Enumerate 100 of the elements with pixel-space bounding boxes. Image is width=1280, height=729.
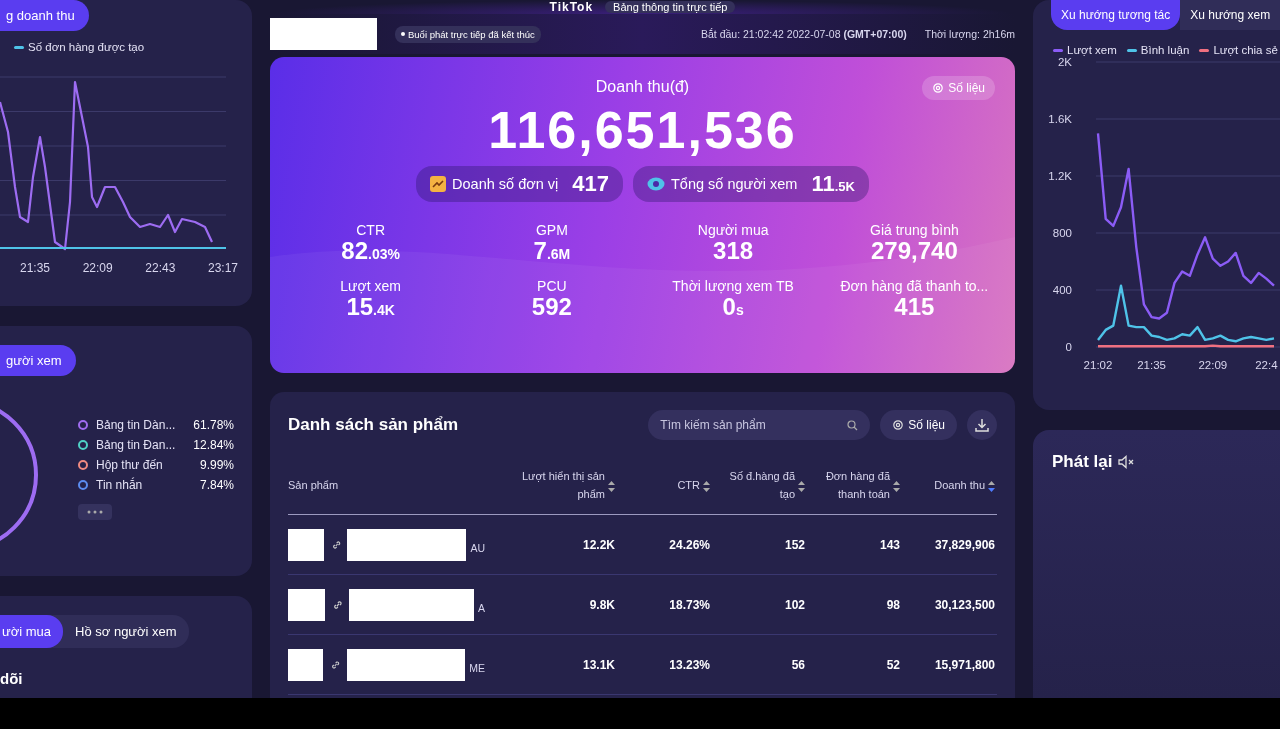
table-cell-text: 24.26% [668,537,710,552]
more-icon [87,510,103,514]
summary-pill: Tổng số người xem 11.5K [633,166,869,202]
page-title: Bảng thông tin trực tiếp [605,1,736,13]
table-cell-text: 152 [783,537,805,552]
link-icon [331,539,341,550]
stat-value: 318 [713,238,754,265]
table-cell-text: 13.23% [668,657,710,672]
table-cell-text: 102 [783,597,805,612]
axis-label: 1.2K [1048,170,1072,182]
duration: Thời lượng: 2h16m [924,28,1015,40]
tab[interactable]: ười mua [0,615,64,648]
table-cell-text: 15,971,800 [933,657,995,672]
link-icon [333,599,343,610]
source-label: Bảng tin Dàn... [96,418,177,432]
revenue-label: Doanh thu(đ) [595,78,690,96]
download-icon [974,417,990,433]
stat-label: Thời lượng xem TB [672,278,794,295]
axis-label: 800 [1052,227,1072,239]
status-badge: Buổi phát trực tiếp đã kết thúc [395,25,541,43]
stat-value: 279,740 [871,238,958,265]
tab[interactable]: Xu hướng tương tác [1051,0,1181,30]
trend-icon [430,176,447,192]
stat-label: GPM [535,222,568,238]
settings-icon [892,419,905,431]
table-cell-text: 12.2K [581,537,615,552]
tab[interactable]: gười xem [0,345,76,376]
table-cell-text: 18.73% [668,597,710,612]
column-header[interactable]: Sản phẩm [288,477,485,495]
start-time: Bắt đầu: 21:02:42 2022-07-08 (GMT+07:00) [700,28,907,40]
table-cell-text: 37,829,906 [933,537,995,552]
stat-label: PCU [537,278,567,295]
stat-value: 592 [531,294,572,321]
product-name: ME [469,661,485,674]
stat-value: 415 [894,294,935,321]
column-header[interactable]: Doanh thu [900,477,995,495]
redaction-block [288,648,324,681]
axis-label: 22:43 [145,261,176,275]
metrics-button[interactable]: Số liệu [880,410,957,440]
legend-label: Bình luận [1140,44,1190,56]
settings-icon [932,82,945,94]
stat-label: Người mua [697,222,769,238]
axis-label: 400 [1052,284,1072,296]
stat-label: Lượt xem [340,278,401,295]
product-name: AU [470,541,485,554]
search-field[interactable]: Tìm kiếm sản phẩm [648,410,871,440]
axis-label: 22:4 [1255,359,1278,371]
stat-label: Đơn hàng đã thanh to... [840,278,989,295]
column-header[interactable]: Lượt hiển thị sản phẩm [485,468,615,504]
stat-value: 0s [722,294,744,321]
tab[interactable]: Hồ sơ người xem [63,615,189,648]
axis-label: 22:09 [82,261,113,275]
legend-label: Lượt chia sẻ [1213,44,1278,56]
redaction-block [288,528,324,561]
axis-label: 2K [1057,56,1072,68]
source-share: 61.78% [193,418,234,432]
source-label: Hộp thư đến [96,458,164,472]
eye-icon [647,177,665,191]
search-icon [847,420,859,431]
source-label: Bảng tin Đan... [96,438,177,452]
source-share: 7.84% [199,478,234,492]
table-cell-text: 143 [878,537,900,552]
axis-label: 23:17 [207,261,238,275]
axis-label: 21:35 [1137,359,1166,371]
section-heading: dõi [0,670,24,687]
tab[interactable]: Xu hướng xem [1180,0,1280,30]
redaction-block [288,588,326,621]
tab[interactable]: g doanh thu [0,0,89,31]
table-cell-text: 98 [885,597,900,612]
link-icon [331,659,341,670]
stat-value: 15.4K [346,294,395,321]
source-share: 12.84% [193,438,234,452]
product-name: A [478,601,485,614]
table-cell-text: 30,123,500 [933,597,995,612]
more-button[interactable] [78,504,112,520]
summary-pill: Doanh số đơn vị 417 [416,166,623,202]
axis-label: 0 [1065,341,1072,353]
logo: TikTok [549,0,594,14]
stat-value: 82.03% [341,238,400,265]
column-header[interactable]: CTR [615,477,710,495]
stat-value: 7.6M [533,238,571,265]
table-cell-text: 13.1K [581,657,615,672]
legend-label: Lượt xem [1067,44,1117,56]
column-header[interactable]: Số đ.hàng đã tạo [710,468,805,504]
source-label: Tin nhắn [96,478,144,492]
table-cell-text: 9.8K [588,597,615,612]
column-header[interactable]: Đơn hàng đã thanh toán [805,468,900,504]
stat-label: Giá trung bình [870,222,959,238]
table-cell-text: 52 [885,657,900,672]
axis-label: 1.6K [1048,113,1072,125]
stat-label: CTR [356,222,385,238]
axis-label: 21:02 [1083,359,1113,371]
download-button[interactable] [967,410,997,440]
table-cell-text: 56 [790,657,805,672]
source-share: 9.99% [199,458,234,472]
axis-label: 22:09 [1198,359,1228,371]
card-title: Danh sách sản phẩm [288,415,459,435]
revenue-value: 116,651,536 [488,100,797,160]
axis-label: 21:35 [20,261,51,275]
card-title: Phát lại [1052,452,1113,472]
